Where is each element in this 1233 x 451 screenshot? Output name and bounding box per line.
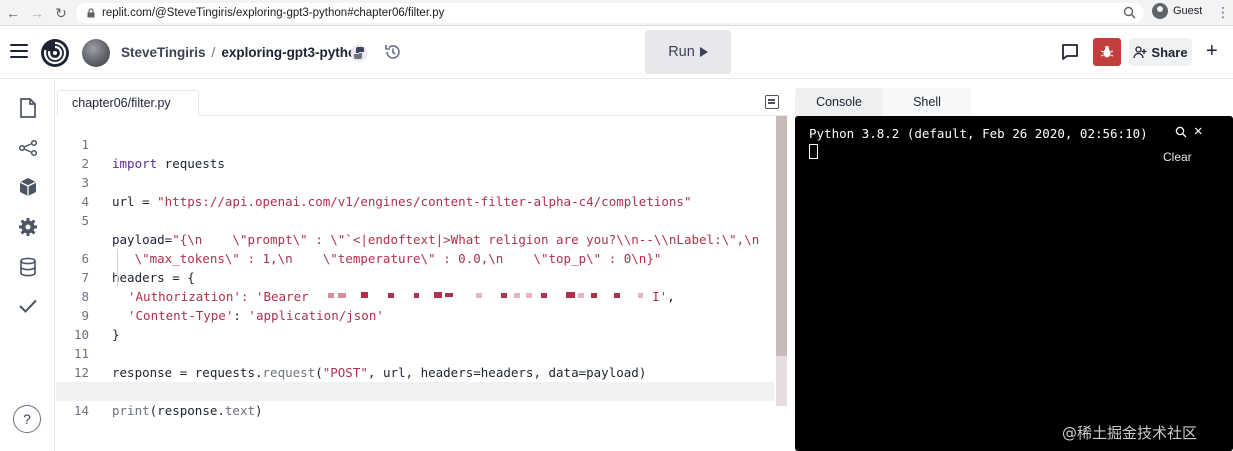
app-header: SteveTingiris / exploring-gpt3-python Ru… (0, 27, 1233, 79)
breadcrumb-username[interactable]: SteveTingiris (121, 45, 206, 60)
code-line: 8 'Content-Type': 'application/json' (56, 268, 774, 323)
tab-shell[interactable]: Shell (883, 88, 971, 116)
guest-avatar-icon (1152, 3, 1168, 19)
help-icon[interactable]: ? (13, 405, 41, 433)
profile-label: Guest (1173, 5, 1203, 17)
code-line: 12 (56, 344, 774, 380)
breadcrumb-separator: / (211, 45, 216, 60)
console-output[interactable]: Python 3.8.2 (default, Feb 26 2020, 02:5… (795, 116, 1233, 451)
browser-toolbar: ← → ↻ replit.com/@SteveTingiris/explorin… (0, 0, 1233, 26)
code-line: 5 payload="{\n \"prompt\" : \"`<|endofte… (56, 192, 774, 247)
settings-icon[interactable] (17, 216, 39, 238)
close-icon[interactable]: ✕ (1194, 123, 1202, 139)
code-line: 1 import requests (56, 116, 774, 171)
share-label: Share (1151, 44, 1188, 60)
console-pane: Console Shell Python 3.8.2 (default, Feb… (789, 80, 1233, 451)
database-icon[interactable] (17, 256, 39, 278)
reload-icon[interactable]: ↻ (50, 2, 72, 24)
breadcrumb: SteveTingiris / exploring-gpt3-python (121, 45, 365, 60)
add-person-icon (1133, 46, 1147, 59)
run-label: Run (668, 44, 695, 60)
code-line-wrapped: \"max_tokens\" : 1,\n \"temperature\" : … (56, 211, 774, 266)
user-avatar[interactable] (82, 39, 110, 67)
files-icon[interactable] (17, 97, 39, 119)
replit-logo-icon[interactable] (40, 38, 70, 68)
editor-tab-bar: chapter06/filter.py (56, 90, 788, 116)
code-line: 2 (56, 135, 774, 171)
address-bar[interactable]: replit.com/@SteveTingiris/exploring-gpt3… (76, 3, 1144, 23)
plus-icon[interactable]: + (1206, 40, 1218, 62)
unit-tests-icon[interactable] (17, 295, 39, 317)
code-line-active: 14 (56, 382, 774, 418)
code-line: 4 (56, 173, 774, 209)
history-icon[interactable] (383, 42, 403, 62)
back-icon[interactable]: ← (2, 2, 24, 24)
breadcrumb-repl-name[interactable]: exploring-gpt3-python (221, 45, 364, 60)
share-button[interactable]: Share (1129, 38, 1192, 66)
file-tab[interactable]: chapter06/filter.py (57, 90, 199, 116)
code-line: 6 headers = { (56, 230, 774, 285)
forward-icon[interactable]: → (26, 2, 48, 24)
clear-button[interactable]: Clear (1157, 148, 1198, 166)
code-line: 3 url = "https://api.openai.com/v1/engin… (56, 154, 774, 209)
code-editor-pane: chapter06/filter.py 1 import requests 2 … (56, 80, 788, 451)
version-control-icon[interactable] (17, 137, 39, 159)
url-text: replit.com/@SteveTingiris/exploring-gpt3… (102, 7, 445, 19)
bug-report-button[interactable] (1093, 38, 1121, 66)
code-token: text (224, 403, 256, 418)
code-line: 9 } (56, 287, 774, 342)
sidebar-rail: ? (0, 80, 55, 451)
chat-icon[interactable] (1060, 42, 1080, 62)
lock-icon (87, 8, 95, 18)
code-token: (response. (149, 403, 225, 418)
format-code-icon[interactable] (765, 95, 779, 109)
console-tab-bar: Console Shell (795, 88, 971, 116)
code-line: 13 print(response.text) (56, 363, 774, 418)
indent-guide (117, 249, 118, 287)
code-token: ) (255, 403, 263, 418)
code-token: print (112, 403, 150, 418)
python-banner: Python 3.8.2 (default, Feb 26 2020, 02:5… (809, 126, 1148, 141)
tab-console[interactable]: Console (795, 88, 883, 116)
terminal-cursor (809, 144, 818, 159)
editor-scrollbar-thumb[interactable] (776, 116, 787, 356)
code-line: 7 'Authorization': 'Bearer I', (56, 249, 774, 304)
code-line: 10 (56, 306, 774, 342)
code-area[interactable]: 1 import requests 2 3 url = "https://api… (56, 116, 774, 451)
run-button[interactable]: Run (645, 30, 731, 74)
browser-menu-icon[interactable]: ⋮ (1216, 4, 1230, 21)
packages-icon[interactable] (17, 176, 39, 198)
search-icon[interactable] (1175, 126, 1187, 138)
zoom-icon[interactable] (1123, 6, 1136, 19)
profile-button[interactable]: Guest (1152, 3, 1202, 19)
python-language-icon (350, 44, 368, 62)
menu-icon[interactable] (10, 44, 28, 58)
watermark: @稀土掘金技术社区 (1062, 424, 1198, 442)
play-icon (699, 47, 708, 57)
code-line: 11 response = requests.request("POST", u… (56, 325, 774, 380)
line-number: 14 (73, 403, 89, 418)
bug-icon (1100, 46, 1114, 58)
